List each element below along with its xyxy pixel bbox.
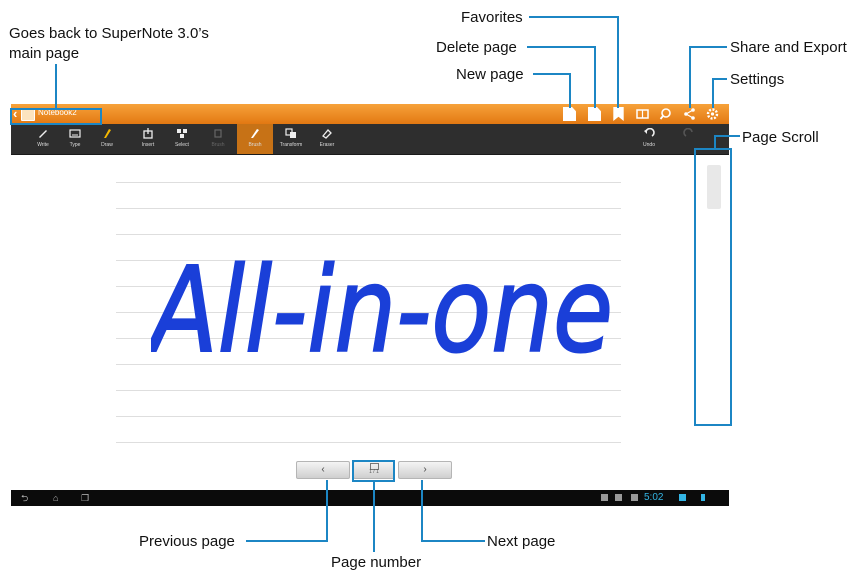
undo-button[interactable]: Undo: [631, 124, 667, 154]
leader-line: [246, 540, 328, 542]
leader-line: [712, 78, 727, 80]
tool-transform[interactable]: Transform: [273, 124, 309, 154]
tool-label: Insert: [141, 142, 155, 148]
callout-favorites: Favorites: [461, 9, 523, 26]
leader-line: [529, 16, 619, 18]
callout-delete-page: Delete page: [436, 39, 517, 56]
leader-line: [594, 46, 596, 108]
handwriting-stroke: All-in-one: [151, 240, 614, 363]
leader-line: [617, 16, 619, 108]
write-icon: [39, 130, 47, 138]
tool-label: Write: [37, 142, 49, 148]
draw-icon: [104, 129, 111, 138]
tool-label: Brush: [211, 142, 225, 148]
callout-main-page: Goes back to SuperNote 3.0’s main page: [9, 24, 249, 64]
callout-settings: Settings: [730, 71, 785, 88]
tool-label: Select: [175, 142, 189, 148]
back-icon[interactable]: ⮌: [21, 493, 28, 503]
status-icon: [615, 494, 622, 501]
highlight-page-number: [352, 460, 395, 482]
callout-new-page: New page: [456, 66, 524, 83]
leader-line: [533, 73, 571, 75]
system-nav-bar: ⮌ ⌂ ❐ 5:02: [11, 490, 729, 506]
callout-page-scroll: Page Scroll: [742, 129, 819, 146]
title-bar: ‹ Notebook2: [11, 104, 729, 124]
leader-line: [569, 73, 571, 108]
tool-type[interactable]: Type: [57, 124, 93, 154]
ruled-line: [116, 442, 621, 443]
tool-bar: Write Type Draw Insert Select Brush Brus…: [11, 124, 729, 155]
leader-line: [527, 46, 596, 48]
tool-brush-disabled[interactable]: Brush: [200, 124, 236, 154]
callout-next-page: Next page: [487, 533, 556, 550]
callout-previous-page: Previous page: [139, 533, 235, 550]
leader-line: [712, 78, 714, 108]
leader-line: [421, 480, 423, 541]
status-icon: [601, 494, 608, 501]
favorites-icon[interactable]: [613, 107, 624, 121]
tool-label: Type: [69, 142, 81, 148]
settings-gear-icon[interactable]: [706, 107, 719, 121]
wifi-icon: [679, 494, 686, 501]
status-icon: [631, 494, 638, 501]
ruled-line: [116, 208, 621, 209]
tool-brush-active[interactable]: Brush: [237, 124, 273, 154]
home-icon[interactable]: ⌂: [53, 493, 58, 503]
ruled-line: [116, 182, 621, 183]
tool-label: Eraser: [319, 142, 335, 148]
keyboard-icon: [69, 129, 81, 138]
brush-icon: [214, 129, 222, 138]
redo-icon: [683, 128, 693, 137]
ruled-line: [116, 416, 621, 417]
note-canvas[interactable]: All-in-one ‹ 1 / 1 ›: [11, 155, 729, 490]
leader-line: [714, 135, 740, 137]
tool-eraser[interactable]: Eraser: [309, 124, 345, 154]
leader-line: [689, 46, 691, 108]
undo-label: Undo: [643, 142, 655, 148]
tool-label: Brush: [248, 142, 262, 148]
clock: 5:02: [644, 492, 664, 503]
leader-line: [689, 46, 727, 48]
next-page-button[interactable]: ›: [398, 461, 452, 479]
new-page-icon[interactable]: [563, 107, 576, 121]
share-icon[interactable]: [683, 107, 696, 121]
tool-label: Draw: [101, 142, 113, 148]
highlight-page-scroll: [694, 148, 732, 426]
delete-page-icon[interactable]: [588, 107, 601, 121]
tool-label: Transform: [279, 142, 303, 148]
leader-line: [326, 480, 328, 541]
search-icon[interactable]: [659, 107, 672, 121]
select-icon: [177, 129, 187, 138]
previous-page-button[interactable]: ‹: [296, 461, 350, 479]
handwriting-text: All-in-one: [151, 241, 613, 363]
tool-write[interactable]: Write: [25, 124, 61, 154]
tablet-screen: ‹ Notebook2 Write Type Draw Insert Selec…: [11, 104, 729, 506]
battery-icon: [701, 494, 705, 501]
tool-draw[interactable]: Draw: [89, 124, 125, 154]
tool-insert[interactable]: Insert: [130, 124, 166, 154]
callout-share-export: Share and Export: [730, 39, 847, 56]
callout-main-page-line2: main page: [9, 45, 80, 62]
tool-select[interactable]: Select: [164, 124, 200, 154]
ruled-line: [116, 364, 621, 365]
undo-icon: [644, 128, 655, 137]
leader-line: [421, 540, 485, 542]
callout-page-number: Page number: [331, 554, 422, 571]
leader-line: [373, 482, 375, 552]
transform-icon: [285, 128, 296, 138]
callout-main-page-line1: Goes back to SuperNote 3.0’s: [9, 25, 209, 42]
brush-active-icon: [251, 129, 259, 138]
insert-icon: [143, 128, 153, 139]
eraser-icon: [322, 129, 332, 139]
highlight-back-button: [10, 108, 102, 125]
leader-line: [714, 135, 716, 148]
page-view-icon[interactable]: [636, 107, 649, 121]
ruled-line: [116, 390, 621, 391]
recent-apps-icon[interactable]: ❐: [81, 493, 89, 503]
leader-line: [55, 64, 57, 108]
